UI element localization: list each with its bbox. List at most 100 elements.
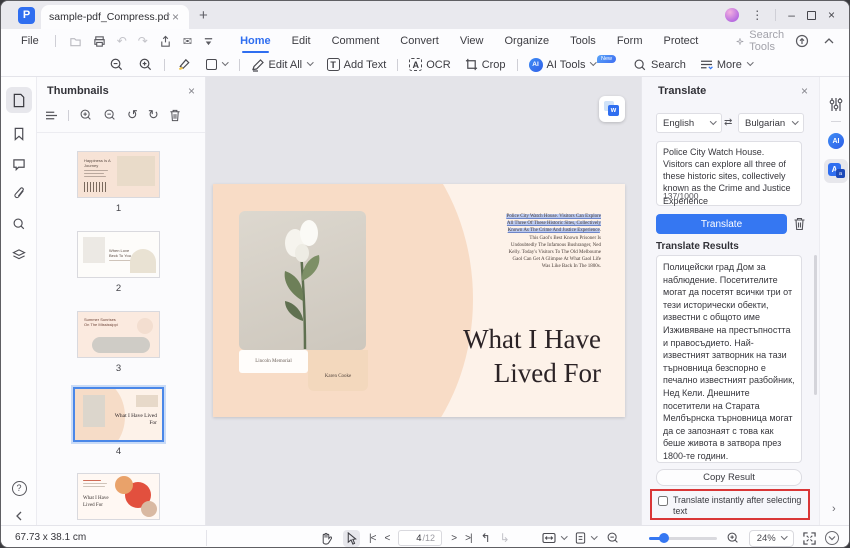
fit-width-button[interactable]	[542, 532, 567, 544]
page-title[interactable]: What I Have Lived For	[463, 322, 601, 390]
save-icon[interactable]	[69, 35, 82, 48]
ocr-button[interactable]: A OCR	[409, 58, 450, 71]
sidebar-item-search[interactable]	[6, 211, 32, 237]
thumbnail-page-3[interactable]: Summer Sunrises On The Mississippi	[77, 311, 160, 358]
rotate-left-icon[interactable]: ↺	[127, 107, 138, 123]
selected-text[interactable]: Police City Watch House. Visitors Can Ex…	[506, 214, 601, 233]
document-tab[interactable]: sample-pdf_Compress.pdf ×	[41, 5, 189, 29]
next-view-button[interactable]: ↳	[500, 531, 510, 545]
zoom-level-select[interactable]: 24%	[749, 530, 794, 547]
last-page-button[interactable]: >|	[465, 533, 471, 544]
print-icon[interactable]	[93, 35, 106, 48]
swap-languages-icon[interactable]: ⇄	[724, 117, 732, 128]
tab-protect[interactable]: Protect	[663, 31, 698, 51]
close-button[interactable]: ×	[828, 9, 835, 21]
results-scrollbar[interactable]	[814, 255, 817, 395]
menu-file[interactable]: File	[21, 35, 39, 47]
tab-home[interactable]: Home	[240, 31, 271, 51]
shape-tool-button[interactable]	[206, 59, 228, 70]
properties-sliders-icon[interactable]	[829, 97, 843, 112]
zoom-slider-knob[interactable]	[659, 533, 669, 543]
redo-icon[interactable]: ↷	[138, 34, 148, 48]
sidebar-item-attachments[interactable]	[6, 181, 32, 207]
tab-comment[interactable]: Comment	[332, 31, 380, 51]
sidebar-item-layers[interactable]	[6, 241, 32, 267]
overflow-menu-icon[interactable]: ⋮	[751, 8, 763, 22]
tab-view[interactable]: View	[460, 31, 484, 51]
hand-tool-button[interactable]	[317, 530, 334, 547]
help-button[interactable]: ?	[6, 475, 32, 501]
previous-page-button[interactable]: <	[384, 533, 389, 544]
highlighter-icon[interactable]	[176, 57, 192, 72]
document-area[interactable]: Lincoln Memorial Karen Cooke Police City…	[206, 77, 641, 525]
page-paragraph[interactable]: Police City Watch House. Visitors Can Ex…	[506, 213, 601, 271]
status-zoom-in-icon[interactable]	[726, 531, 740, 545]
undo-icon[interactable]: ↶	[117, 34, 127, 48]
rotate-right-icon[interactable]: ↻	[148, 107, 159, 123]
minimize-button[interactable]: –	[788, 9, 795, 21]
tab-tools[interactable]: Tools	[570, 31, 596, 51]
tab-close-icon[interactable]: ×	[170, 10, 181, 24]
fullscreen-icon[interactable]	[803, 532, 816, 545]
divider	[517, 59, 518, 71]
previous-view-button[interactable]: ↰	[481, 531, 491, 545]
translate-results-box[interactable]: Полицейски град Дом за наблюдение. Посет…	[656, 255, 802, 463]
user-avatar[interactable]	[725, 8, 739, 22]
zoom-in-icon[interactable]	[138, 57, 153, 72]
translate-rail-button-active[interactable]: A a	[824, 159, 848, 183]
edit-all-button[interactable]: Edit All	[251, 58, 313, 72]
add-text-button[interactable]: T Add Text	[327, 58, 387, 71]
maximize-button[interactable]	[807, 11, 816, 20]
thumbnail-page-4-selected[interactable]: What I Have Lived For	[73, 387, 164, 442]
sidebar-item-comments[interactable]	[6, 151, 32, 177]
status-zoom-out-icon[interactable]	[606, 531, 620, 545]
tab-convert[interactable]: Convert	[400, 31, 439, 51]
ai-assistant-icon[interactable]: AI	[828, 133, 844, 149]
zoom-out-icon[interactable]	[109, 57, 124, 72]
tab-edit[interactable]: Edit	[292, 31, 311, 51]
crop-button[interactable]: Crop	[465, 58, 506, 71]
translate-close-icon[interactable]: ×	[801, 84, 808, 98]
zoom-slider[interactable]	[649, 537, 717, 540]
search-tools[interactable]: Search Tools	[736, 29, 795, 53]
cloud-upload-icon[interactable]	[795, 34, 809, 48]
thumb-zoom-out-icon[interactable]	[103, 108, 117, 122]
new-tab-button[interactable]: +	[199, 7, 208, 24]
thumbnail-page-2[interactable]: When Love Beck To You	[77, 231, 160, 278]
thumb-options-icon[interactable]	[45, 110, 58, 121]
tab-form[interactable]: Form	[617, 31, 643, 51]
thumbnail-page-1[interactable]: Happiness Is A Journey	[77, 151, 160, 198]
clear-trash-icon[interactable]	[793, 217, 806, 231]
next-page-button[interactable]: >	[451, 533, 456, 544]
email-icon[interactable]: ✉	[183, 35, 192, 48]
source-language-select[interactable]: English	[656, 113, 722, 133]
translate-button[interactable]: Translate	[656, 214, 787, 234]
thumb-zoom-in-icon[interactable]	[79, 108, 93, 122]
delete-page-icon[interactable]	[169, 109, 181, 122]
collapse-ribbon-icon[interactable]	[823, 36, 835, 46]
hide-toolbar-icon[interactable]	[203, 36, 214, 47]
pdf-page[interactable]: Lincoln Memorial Karen Cooke Police City…	[213, 184, 625, 417]
copy-result-button[interactable]: Copy Result	[656, 469, 802, 486]
page-number-box[interactable]: /12	[398, 530, 442, 546]
thumbnails-close-icon[interactable]: ×	[188, 84, 195, 98]
translate-float-widget[interactable]: w	[599, 96, 625, 122]
more-button[interactable]: More	[700, 59, 753, 71]
select-tool-button[interactable]	[343, 530, 360, 547]
thumbnail-page-5[interactable]: What I Have Lived For	[77, 473, 160, 520]
collapse-statusbar-icon[interactable]	[825, 531, 839, 545]
app-logo-icon: P	[18, 7, 35, 24]
search-button[interactable]: Search	[633, 58, 686, 72]
source-text-box[interactable]: Police City Watch House. Visitors can ex…	[656, 141, 802, 206]
next-panel-chevron-icon[interactable]: ›	[832, 503, 836, 515]
fit-page-button[interactable]	[575, 532, 597, 544]
share-icon[interactable]	[159, 35, 172, 48]
sidebar-item-bookmarks[interactable]	[6, 121, 32, 147]
tab-organize[interactable]: Organize	[504, 31, 549, 51]
ai-tools-button[interactable]: AI AI Tools New	[529, 58, 619, 72]
page-number-input[interactable]	[406, 533, 422, 544]
instant-translate-checkbox[interactable]	[658, 496, 668, 506]
sidebar-item-thumbnails[interactable]	[6, 87, 32, 113]
target-language-select[interactable]: Bulgarian	[738, 113, 804, 133]
first-page-button[interactable]: |<	[369, 533, 375, 544]
